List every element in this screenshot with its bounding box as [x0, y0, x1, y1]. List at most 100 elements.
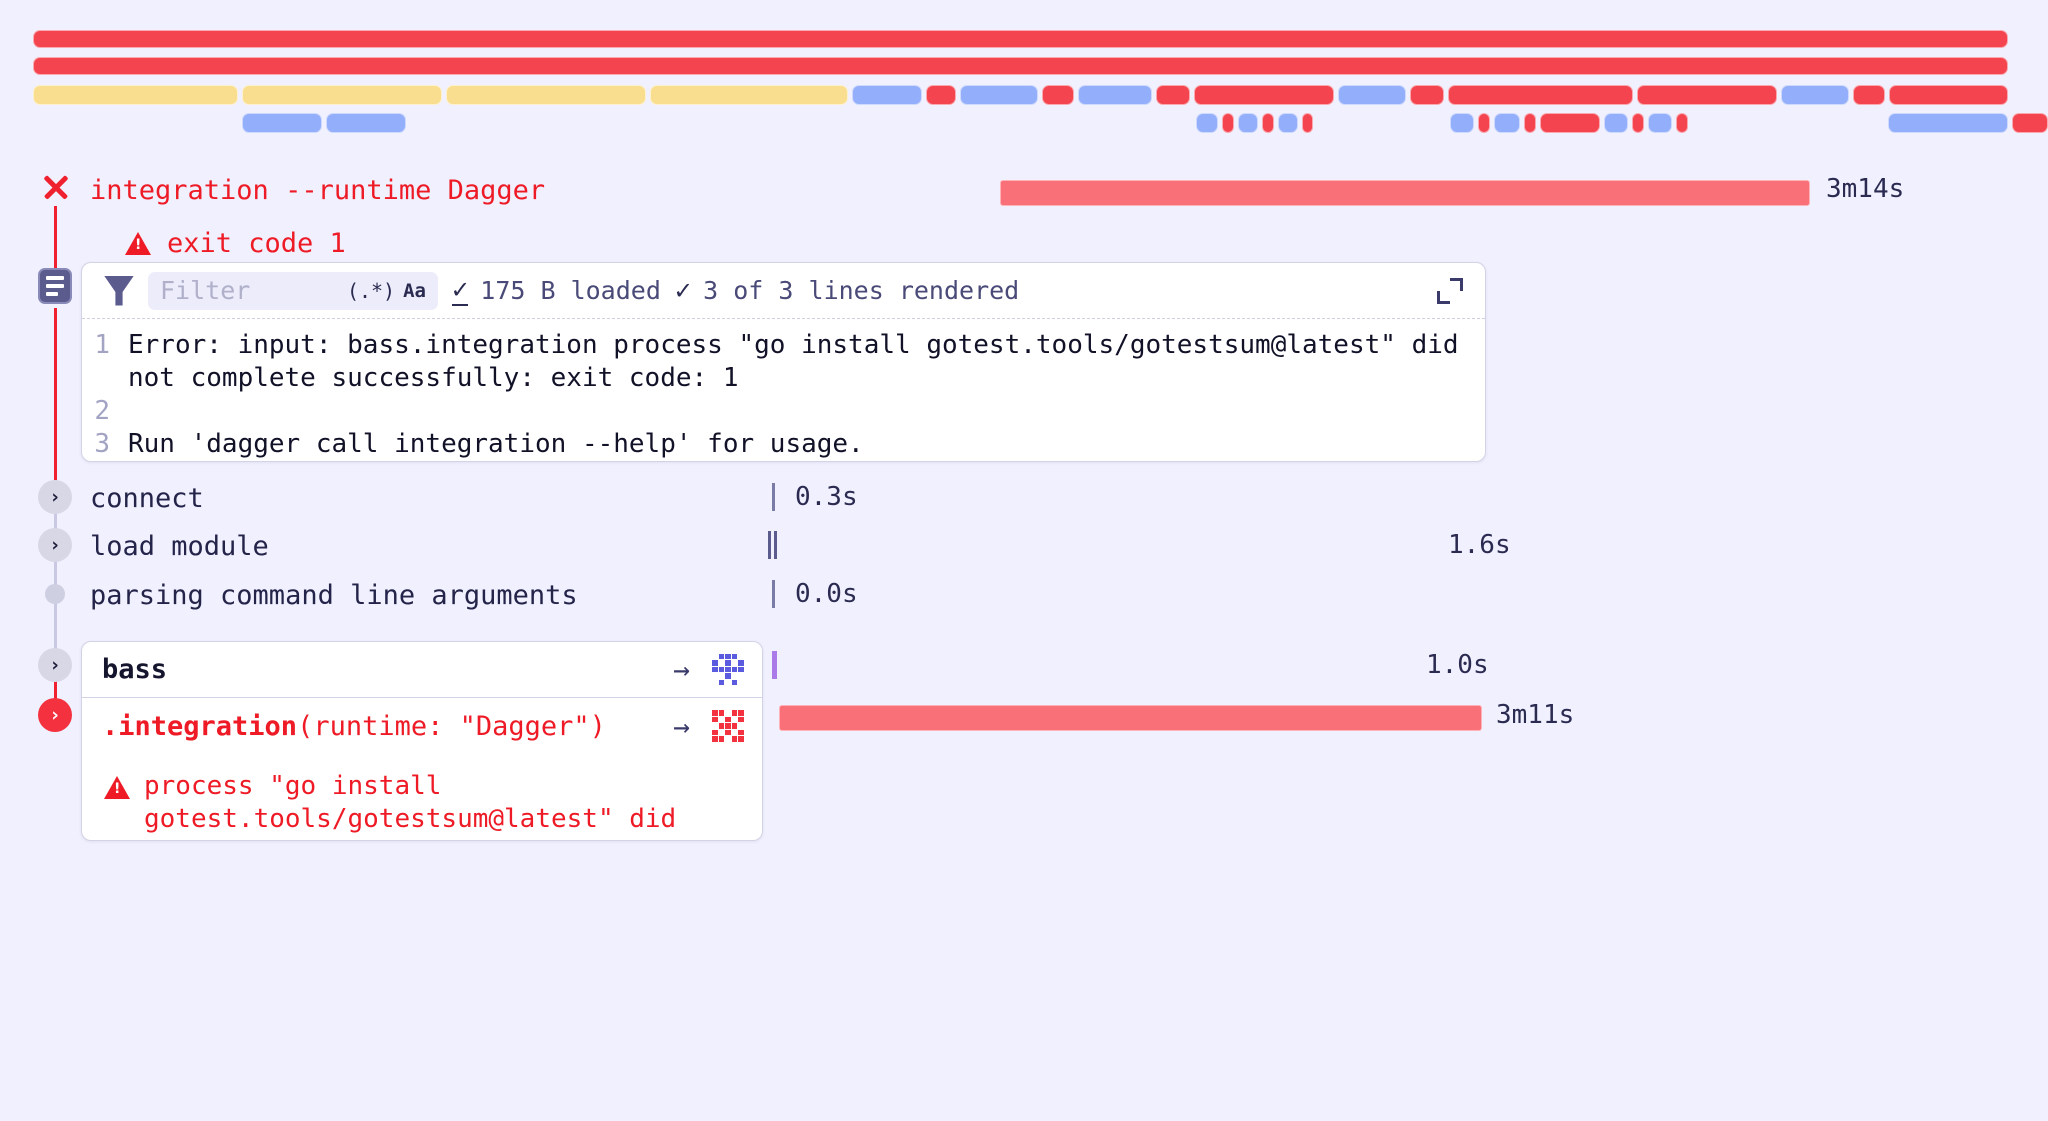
timeline-bar-3-14[interactable] — [1632, 113, 1644, 133]
timeline-bar-2-10[interactable] — [1194, 85, 1334, 105]
bass-chevron-wrap[interactable]: › — [38, 648, 72, 682]
trace-tree: integration --runtime Dagger 3m14s exit … — [0, 150, 2048, 1121]
timeline-bar-0-0[interactable] — [33, 30, 2008, 48]
warning-triangle-icon-card — [104, 776, 130, 799]
log-panel: Filter (.*) Aa ✓ 175 B loaded ✓ 3 of 3 l… — [81, 262, 1486, 462]
trace-header-row[interactable]: integration --runtime Dagger — [90, 170, 990, 210]
step-label-parsing-command-line-arguments[interactable]: parsing command line arguments — [90, 580, 578, 611]
card-row-bass[interactable]: bass → — [82, 642, 762, 698]
step-gutter-1[interactable]: › — [38, 528, 72, 562]
timeline-bar-2-6[interactable] — [960, 85, 1038, 105]
timeline-bar-3-0[interactable] — [242, 113, 322, 133]
timeline-bar-2-4[interactable] — [852, 85, 922, 105]
gutter-rail-top — [54, 206, 57, 272]
timeline-bar-3-13[interactable] — [1604, 113, 1628, 133]
chevron-right-circle-icon[interactable]: › — [38, 480, 72, 514]
timeline-bar-3-11[interactable] — [1524, 113, 1536, 133]
step-duration-1: 1.6s — [1448, 530, 1511, 560]
header-duration-bar — [1000, 180, 1810, 206]
step-label-connect[interactable]: connect — [90, 483, 204, 514]
step-tick-0 — [772, 483, 775, 511]
log-line-number: 3 — [94, 429, 110, 460]
timeline-bar-3-15[interactable] — [1648, 113, 1672, 133]
timeline-bar-3-16[interactable] — [1676, 113, 1688, 133]
right-arrow-icon: → — [673, 709, 690, 743]
timeline-bar-3-2[interactable] — [1196, 113, 1218, 133]
chevron-right-circle-icon-bass[interactable]: › — [38, 648, 72, 682]
status-failed-icon-wrap — [38, 170, 72, 204]
timeline-bar-2-15[interactable] — [1781, 85, 1849, 105]
timeline-bar-3-6[interactable] — [1278, 113, 1298, 133]
chevron-right-circle-red-icon[interactable]: › — [38, 698, 72, 732]
expand-corners-icon[interactable] — [1437, 277, 1463, 304]
funnel-icon[interactable] — [104, 275, 134, 306]
log-line: 1 Error: input: bass.integration process … — [82, 329, 1485, 395]
timeline-bar-3-4[interactable] — [1238, 113, 1258, 133]
dot-icon — [45, 584, 65, 604]
card-rows: bass → .integration(runtime: "Dagger") → — [82, 642, 762, 754]
card-row-name: bass — [102, 654, 168, 685]
log-lines-icon[interactable] — [38, 268, 72, 304]
card-error-line2: not complete successfully: exit code: 1 — [144, 837, 739, 841]
bass-duration-label: 1.0s — [1426, 650, 1489, 680]
step-tick-2 — [772, 580, 775, 608]
filter-input[interactable]: Filter — [160, 276, 339, 305]
page-title: integration --runtime Dagger — [90, 174, 546, 206]
step-duration-2: 0.0s — [795, 579, 858, 609]
regex-toggle[interactable]: (.*) — [347, 279, 395, 303]
step-label-load-module[interactable]: load module — [90, 531, 269, 562]
timeline-bar-2-11[interactable] — [1338, 85, 1406, 105]
timeline-bar-3-5[interactable] — [1262, 113, 1274, 133]
card-error-line1: process "go install gotest.tools/gotests… — [144, 771, 677, 834]
lines-rendered-status: ✓ 3 of 3 lines rendered — [675, 276, 1019, 305]
log-badge-wrap[interactable] — [38, 268, 72, 304]
log-line-number: 2 — [94, 396, 110, 427]
timeline-bar-2-5[interactable] — [926, 85, 956, 105]
timeline-bar-2-8[interactable] — [1078, 85, 1152, 105]
card-row-integration[interactable]: .integration(runtime: "Dagger") → — [82, 698, 762, 754]
filter-input-wrap[interactable]: Filter (.*) Aa — [148, 271, 438, 310]
timeline-bar-2-2[interactable] — [446, 85, 646, 105]
log-line-1 — [46, 276, 64, 280]
card-row-args: (runtime: "Dagger") — [297, 710, 606, 742]
exit-code-row: exit code 1 — [125, 223, 825, 263]
timeline-bar-2-13[interactable] — [1448, 85, 1633, 105]
timeline-bar-2-7[interactable] — [1042, 85, 1074, 105]
step-gutter-2[interactable] — [45, 584, 65, 604]
timeline-bar-3-17[interactable] — [1888, 113, 2008, 133]
trace-viewer-app: integration --runtime Dagger 3m14s exit … — [0, 0, 2048, 1121]
timeline-bar-2-14[interactable] — [1637, 85, 1777, 105]
integration-duration-label: 3m11s — [1496, 700, 1575, 730]
log-line-text: Error: input: bass.integration process "… — [128, 330, 1475, 394]
timeline-bar-2-9[interactable] — [1156, 85, 1190, 105]
timeline-bar-2-1[interactable] — [242, 85, 442, 105]
timeline-bar-3-10[interactable] — [1494, 113, 1520, 133]
timeline-bar-3-1[interactable] — [326, 113, 406, 133]
exit-code-text: exit code 1 — [167, 227, 346, 259]
log-line: 2 — [82, 395, 1485, 428]
timeline-bar-3-12[interactable] — [1540, 113, 1600, 133]
timeline-bar-1-0[interactable] — [33, 57, 2008, 75]
integration-duration-bar — [779, 705, 1482, 731]
timeline-bar-3-7[interactable] — [1302, 113, 1313, 133]
timeline-bar-3-8[interactable] — [1450, 113, 1474, 133]
timeline-bar-2-17[interactable] — [1889, 85, 2008, 105]
step-duration-0: 0.3s — [795, 482, 858, 512]
integration-chevron-wrap[interactable]: › — [38, 698, 72, 732]
timeline-bar-2-16[interactable] — [1853, 85, 1885, 105]
timeline-bar-3-3[interactable] — [1222, 113, 1234, 133]
log-line-text: Run 'dagger call integration --help' for… — [128, 429, 864, 460]
step-gutter-0[interactable]: › — [38, 480, 72, 514]
bytes-loaded-text: 175 B loaded — [480, 276, 661, 305]
log-line-3 — [46, 292, 58, 296]
chevron-right-circle-icon[interactable]: › — [38, 528, 72, 562]
timeline-bar-2-12[interactable] — [1410, 85, 1444, 105]
header-duration-label: 3m14s — [1826, 174, 1905, 204]
case-sensitivity-toggle[interactable]: Aa — [403, 280, 426, 302]
timeline-bar-2-3[interactable] — [650, 85, 848, 105]
timeline-bar-2-0[interactable] — [33, 85, 238, 105]
trace-timeline-strip — [0, 0, 2048, 150]
timeline-bar-3-18[interactable] — [2012, 113, 2048, 133]
timeline-bar-3-9[interactable] — [1478, 113, 1490, 133]
identicon-bass-icon — [712, 653, 744, 686]
